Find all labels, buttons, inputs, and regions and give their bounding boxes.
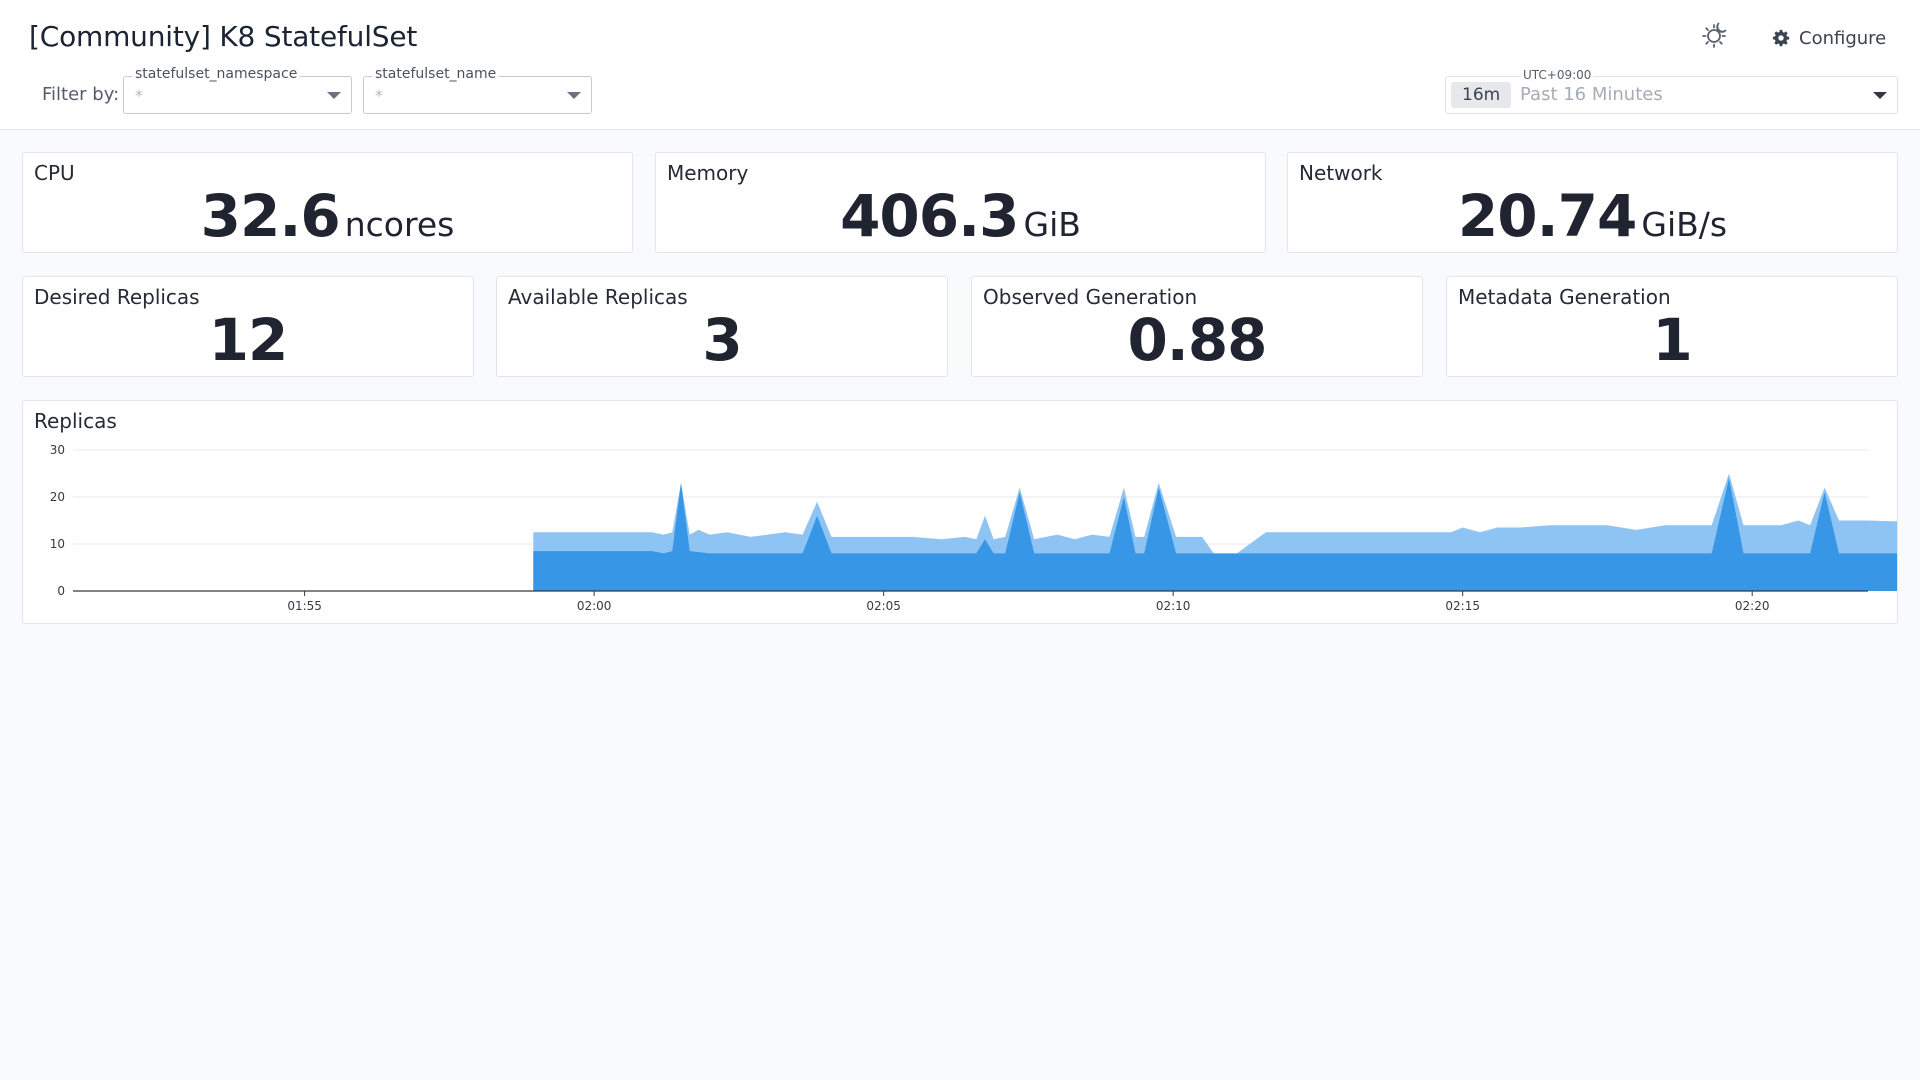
replicas-chart[interactable]: 0 10 20 30 01:55 02:00 02:05 02:10 02:15 02:20	[23, 437, 1897, 623]
cpu-value-wrap: 32.6 ncores	[23, 182, 632, 250]
namespace-filter-select[interactable]: statefulset_namespace *	[123, 65, 352, 114]
observed-generation-wrap: 0.88	[972, 306, 1422, 374]
network-value-wrap: 20.74 GiB/s	[1288, 182, 1897, 250]
network-value: 20.74	[1457, 182, 1637, 250]
replicas-chart-title: Replicas	[34, 409, 117, 433]
desired-replicas-wrap: 12	[23, 306, 473, 374]
namespace-filter-value: *	[135, 86, 143, 105]
memory-unit: GiB	[1023, 205, 1081, 244]
name-filter-value: *	[375, 86, 383, 105]
time-range-select[interactable]: 16m Past 16 Minutes	[1445, 76, 1898, 114]
memory-value: 406.3	[840, 182, 1019, 250]
namespace-filter-label: statefulset_namespace	[132, 65, 301, 83]
available-replicas-value: 3	[702, 306, 742, 374]
timezone-label: UTC+09:00	[1521, 68, 1594, 82]
y-tick-label: 30	[50, 443, 65, 457]
network-unit: GiB/s	[1641, 205, 1728, 244]
name-filter-select[interactable]: statefulset_name *	[363, 65, 592, 114]
x-tick-label: 02:05	[866, 599, 901, 613]
theme-toggle-icon[interactable]	[1700, 20, 1730, 50]
available-replicas-card: Available Replicas 3	[496, 276, 948, 377]
time-range-text: Past 16 Minutes	[1520, 84, 1663, 105]
chevron-down-icon	[327, 92, 341, 99]
time-range-badge: 16m	[1451, 82, 1512, 108]
replicas-chart-card: Replicas 0 10 20 30 01:55 02:00 02:05 02:10 02:1…	[22, 400, 1898, 624]
x-tick-label: 02:20	[1735, 599, 1770, 613]
observed-generation-card: Observed Generation 0.88	[971, 276, 1423, 377]
cpu-card: CPU 32.6 ncores	[22, 152, 633, 253]
filter-label: Filter by:	[42, 84, 120, 105]
cpu-unit: ncores	[344, 205, 455, 244]
configure-label: Configure	[1799, 27, 1887, 49]
metadata-generation-card: Metadata Generation 1	[1446, 276, 1898, 377]
y-tick-label: 0	[57, 584, 65, 598]
page-title: [Community] K8 StatefulSet	[29, 20, 418, 53]
gear-icon	[1772, 29, 1790, 47]
available-replicas-wrap: 3	[497, 306, 947, 374]
memory-card: Memory 406.3 GiB	[655, 152, 1266, 253]
y-tick-label: 20	[50, 490, 65, 504]
chevron-down-icon	[567, 92, 581, 99]
x-tick-label: 02:15	[1445, 599, 1480, 613]
x-tick-label: 02:00	[577, 599, 612, 613]
configure-button[interactable]: Configure	[1772, 24, 1886, 52]
dashboard-header: [Community] K8 StatefulSet Filter by: st…	[0, 0, 1920, 130]
metadata-generation-value: 1	[1652, 306, 1692, 374]
x-tick-label: 01:55	[287, 599, 322, 613]
metadata-generation-wrap: 1	[1447, 306, 1897, 374]
desired-replicas-card: Desired Replicas 12	[22, 276, 474, 377]
cpu-value: 32.6	[200, 182, 341, 250]
name-filter-label: statefulset_name	[372, 65, 500, 83]
chevron-down-icon	[1873, 92, 1887, 99]
x-tick-label: 02:10	[1156, 599, 1191, 613]
desired-replicas-value: 12	[208, 306, 289, 374]
memory-value-wrap: 406.3 GiB	[656, 182, 1265, 250]
observed-generation-value: 0.88	[1127, 306, 1267, 374]
network-card: Network 20.74 GiB/s	[1287, 152, 1898, 253]
y-tick-label: 10	[50, 537, 65, 551]
